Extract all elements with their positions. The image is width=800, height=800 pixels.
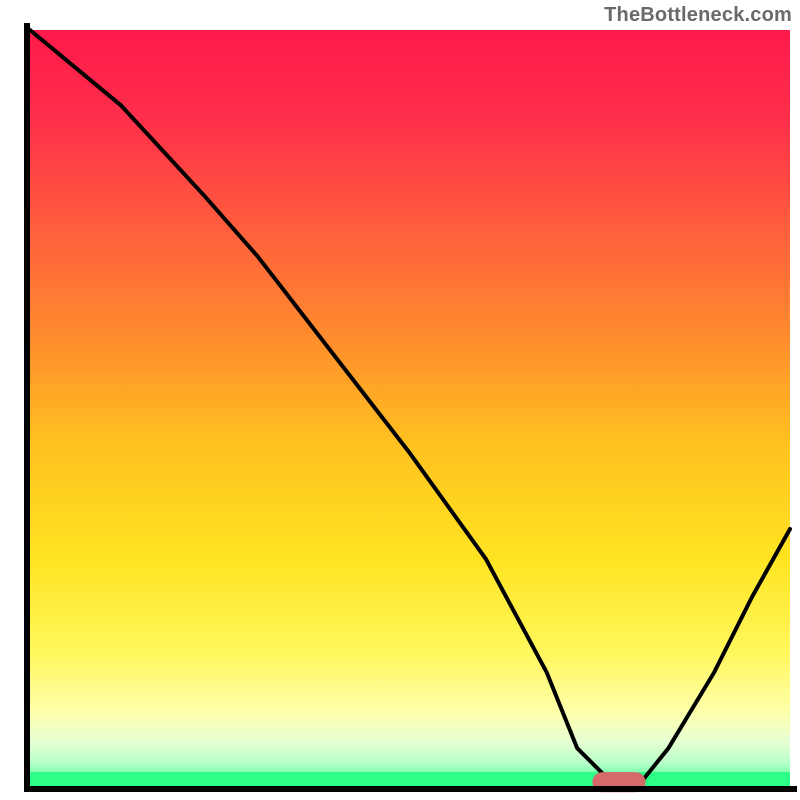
green-band: [30, 772, 790, 786]
chart-background: [30, 30, 790, 786]
bottleneck-chart: [0, 0, 800, 800]
watermark-text: TheBottleneck.com: [604, 4, 792, 27]
chart-container: TheBottleneck.com: [0, 0, 800, 800]
